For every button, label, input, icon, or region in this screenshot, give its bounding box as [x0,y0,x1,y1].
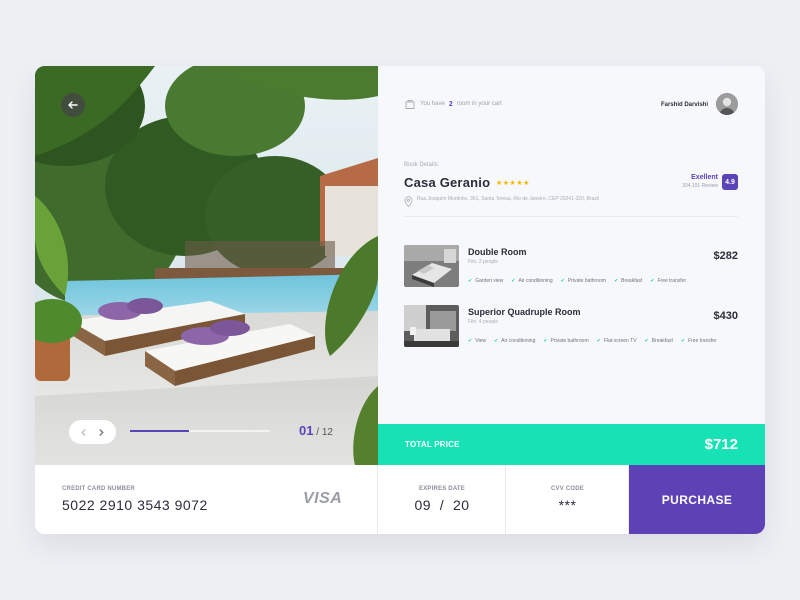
review-count[interactable]: 304,101 Review [668,183,718,189]
card-number-label: CREDIT CARD NUMBER [62,486,135,492]
cart-icon [404,98,416,110]
purchase-button[interactable]: PURCHASE [629,465,765,534]
arrow-left-icon [68,101,78,109]
prev-photo-button[interactable] [79,428,88,437]
cvv-code-label: CVV CODE [551,486,584,492]
gallery-counter: 01 / 12 [299,423,333,438]
location-pin-icon [404,196,413,207]
booking-card: 01 / 12 You have 2 room in your cart Far… [35,66,765,534]
divider [404,216,738,217]
amenity-check-item: Private bathroom [543,338,589,344]
gallery-pager [69,420,116,444]
room-name: Superior Quadruple Room [468,307,581,317]
amenity-check-item: Breakfast [645,338,673,344]
cart-summary[interactable]: You have 2 room in your cart [404,98,502,110]
hotel-address: Rua Joaquim Murtinho, 361, Santa Teresa,… [404,196,634,207]
visa-logo: VISA [303,490,343,507]
book-details-label: Book Details: [404,162,440,168]
booking-details-panel: You have 2 room in your cart Farshid Dar… [378,66,765,424]
cvv-code-value[interactable]: *** [506,497,629,513]
room-thumbnail [404,305,459,347]
room-price: $282 [713,250,738,262]
room-amenities: View Air conditioning Private bathroom F… [468,338,717,344]
expires-date-field[interactable]: EXPIRES DATE 09 / 20 [378,465,506,534]
room-capacity: Fits: 2 people [468,259,499,265]
card-number-value[interactable]: 5022 2910 3543 9072 [62,497,208,513]
room-price: $430 [713,310,738,322]
total-price-value: $712 [704,436,738,453]
amenity-check-item: Free transfer [650,278,686,284]
amenity-check-item: Air conditioning [494,338,535,344]
amenity-check-item: Breakfast [614,278,642,284]
room-capacity: Fits: 4 people [468,319,499,325]
user-name[interactable]: Farshid Darvishi [661,102,708,108]
room-item-superior-quadruple[interactable]: Superior Quadruple Room Fits: 4 people $… [404,305,738,349]
next-photo-button[interactable] [97,428,106,437]
hotel-photo-gallery[interactable]: 01 / 12 [35,66,378,465]
room-amenities: Garden view Air conditioning Private bat… [468,278,686,284]
gallery-progress-fill [130,430,189,432]
amenity-check-item: Free transfer [681,338,717,344]
back-button[interactable] [61,93,85,117]
amenity-check-item: Air conditioning [511,278,552,284]
rating-label: Exellent [691,174,718,181]
gallery-current: 01 [299,423,314,438]
payment-row: CREDIT CARD NUMBER 5022 2910 3543 9072 V… [35,465,765,534]
cart-suffix: room in your cart [456,101,502,107]
gallery-progress-track [130,430,270,432]
gallery-total: 12 [321,427,333,438]
room-item-double[interactable]: Double Room Fits: 2 people $282 Garden v… [404,245,738,289]
hotel-address-text: Rua Joaquim Murtinho, 361, Santa Teresa,… [417,196,600,202]
total-price-label: TOTAL PRICE [405,440,460,449]
star-rating: ★★★★★ [496,180,530,187]
room-thumbnail [404,245,459,287]
avatar[interactable] [716,93,738,115]
cvv-code-field[interactable]: CVV CODE *** [506,465,629,534]
hotel-photo [35,66,378,465]
total-price-bar: TOTAL PRICE $712 [378,424,765,465]
amenity-check-item: Private bathroom [561,278,606,284]
card-number-field[interactable]: CREDIT CARD NUMBER 5022 2910 3543 9072 V… [35,465,378,534]
chevron-right-icon [99,428,104,436]
amenity-check-item: Garden view [468,278,503,284]
expires-date-value[interactable]: 09 / 20 [378,497,506,513]
chevron-left-icon [81,428,86,436]
room-name: Double Room [468,247,527,257]
hotel-name: Casa Geranio [404,175,491,190]
gallery-separator: / [316,427,320,438]
expires-date-label: EXPIRES DATE [419,486,465,492]
amenity-check-item: Flat-screen TV [597,338,637,344]
rating-score-badge: 4.9 [722,174,738,190]
cart-count: 2 [448,100,453,108]
amenity-check-item: View [468,338,486,344]
cart-prefix: You have [420,101,445,107]
